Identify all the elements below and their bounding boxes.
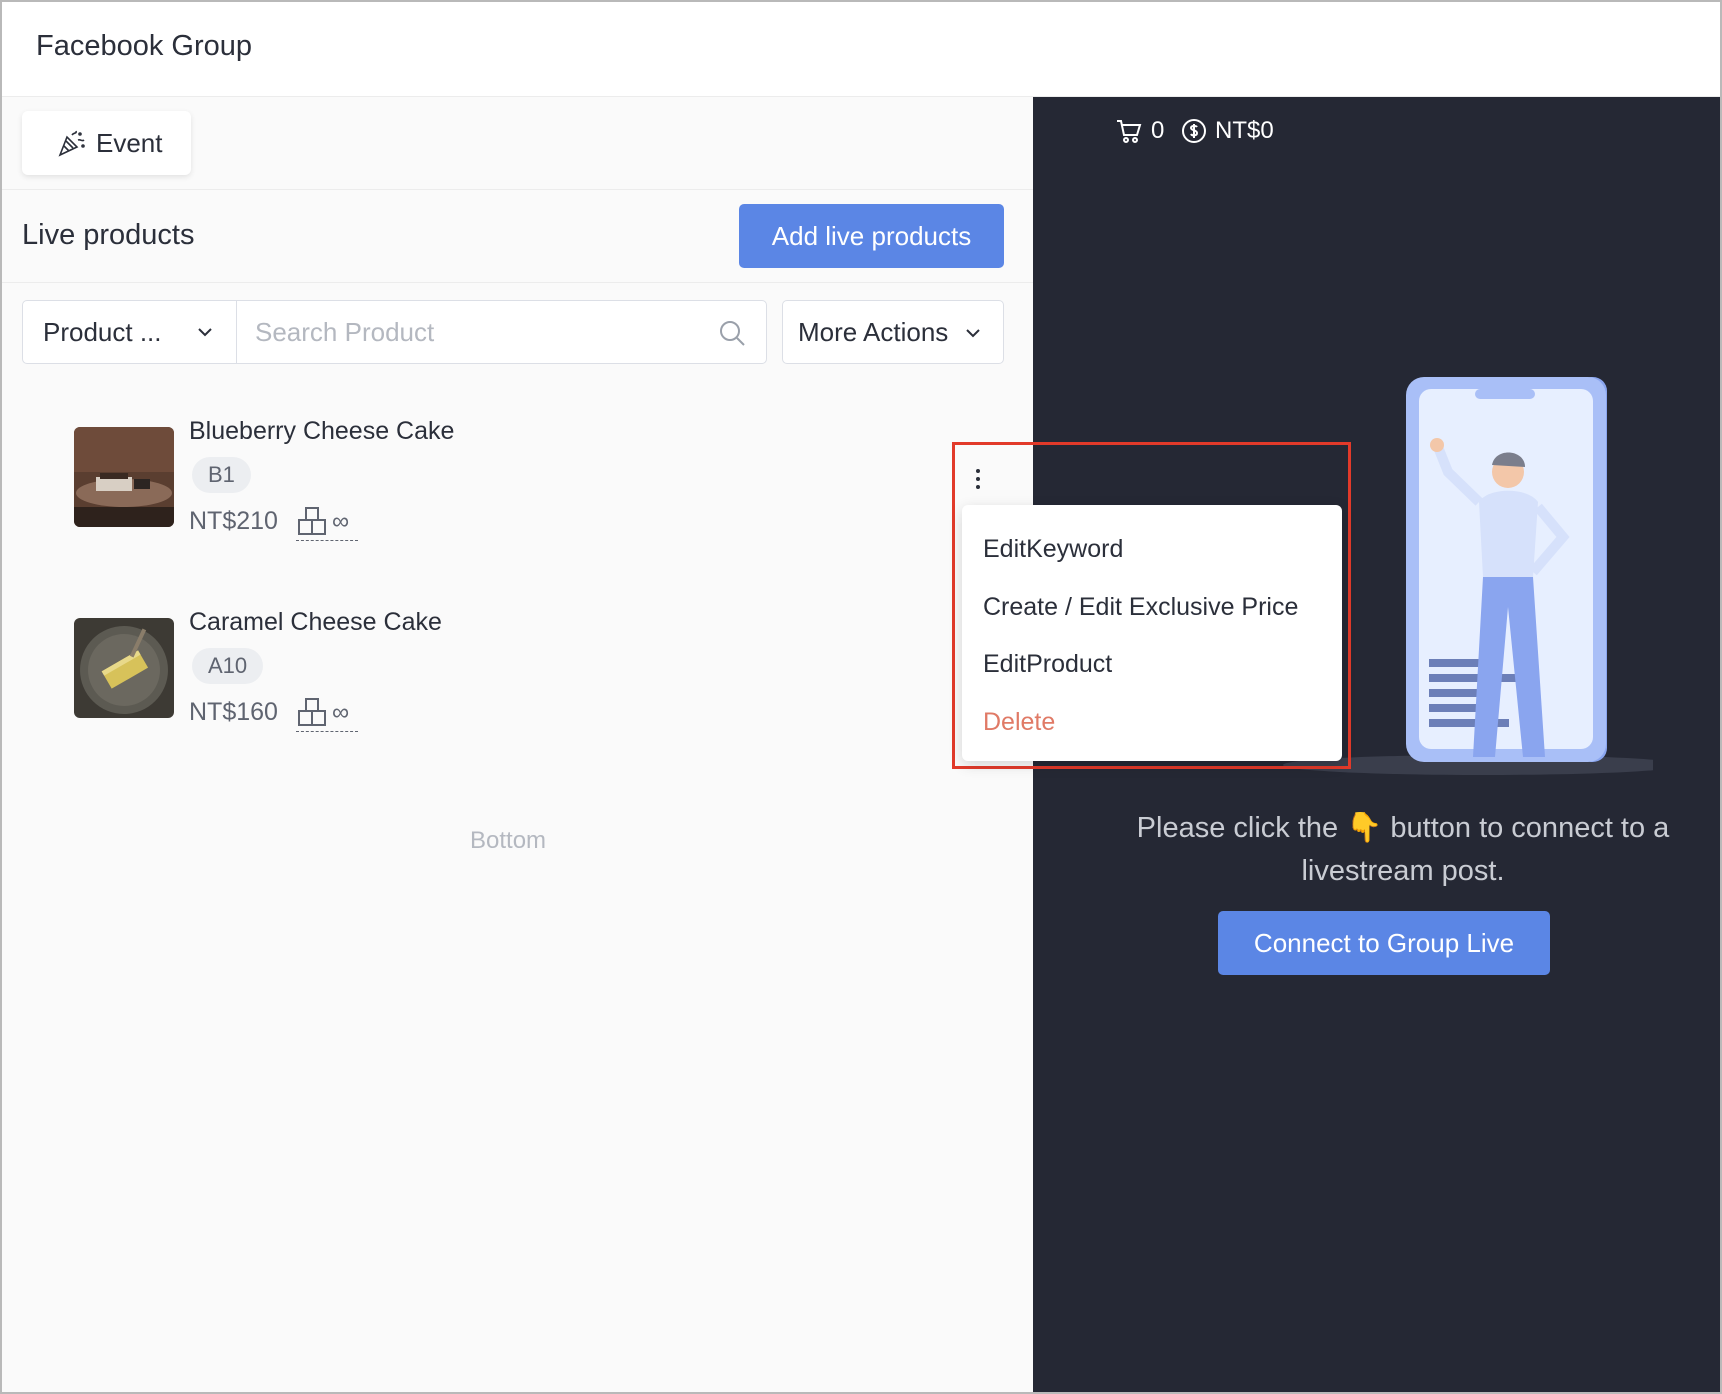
stock-value: ∞ bbox=[332, 698, 350, 726]
divider bbox=[2, 189, 1033, 190]
connect-hint: Please click the 👇 button to connect to … bbox=[1136, 812, 1670, 887]
app-frame: Facebook Group Event Live products Add l… bbox=[0, 0, 1722, 1394]
more-actions-label: More Actions bbox=[798, 316, 949, 347]
search-box bbox=[236, 300, 767, 364]
list-end-text: Bottom bbox=[470, 827, 547, 854]
add-live-products-button[interactable]: Add live products bbox=[739, 204, 1004, 268]
stock-value: ∞ bbox=[332, 507, 350, 535]
product-thumbnail bbox=[74, 427, 174, 527]
product-stock[interactable]: ∞ bbox=[296, 694, 358, 732]
event-label: Event bbox=[96, 127, 163, 158]
section-title: Live products bbox=[22, 219, 195, 251]
left-panel: Event Live products Add live products Pr… bbox=[2, 97, 1033, 1392]
chevron-down-icon bbox=[198, 328, 212, 337]
party-popper-icon bbox=[58, 130, 85, 157]
more-actions-button[interactable]: More Actions bbox=[782, 300, 1004, 364]
page-title: Facebook Group bbox=[36, 30, 253, 62]
product-code-badge: B1 bbox=[192, 457, 251, 493]
product-name: Blueberry Cheese Cake bbox=[189, 417, 455, 445]
menu-item-edit-product[interactable]: EditProduct bbox=[983, 650, 1112, 679]
product-name: Caramel Cheese Cake bbox=[189, 608, 442, 636]
product-context-menu: EditKeyword Create / Edit Exclusive Pric… bbox=[962, 505, 1342, 761]
product-price: NT$160 bbox=[189, 698, 278, 726]
total-amount: NT$0 bbox=[1215, 117, 1274, 144]
chevron-down-icon bbox=[966, 329, 980, 338]
product-row[interactable]: Caramel Cheese Cake A10 NT$160 ∞ bbox=[74, 608, 774, 738]
connect-group-live-button[interactable]: Connect to Group Live bbox=[1218, 911, 1550, 975]
event-button[interactable]: Event bbox=[22, 111, 191, 175]
kebab-menu-icon[interactable] bbox=[966, 464, 990, 494]
search-icon[interactable] bbox=[718, 319, 746, 347]
cart-count: 0 bbox=[1151, 117, 1165, 144]
product-price: NT$210 bbox=[189, 507, 278, 535]
amount-stat: NT$0 bbox=[1181, 117, 1274, 145]
stock-boxes-icon bbox=[298, 697, 326, 726]
dollar-circle-icon bbox=[1182, 119, 1206, 143]
filter-select-value: Product ... bbox=[43, 316, 162, 347]
menu-item-exclusive-price[interactable]: Create / Edit Exclusive Price bbox=[983, 593, 1298, 622]
stock-boxes-icon bbox=[298, 506, 326, 535]
divider bbox=[2, 282, 1033, 283]
product-filter-select[interactable]: Product ... bbox=[22, 300, 237, 364]
menu-item-edit-keyword[interactable]: EditKeyword bbox=[983, 535, 1123, 564]
product-code-badge: A10 bbox=[192, 648, 264, 684]
product-stock[interactable]: ∞ bbox=[296, 503, 358, 541]
cart-icon bbox=[1117, 120, 1142, 143]
header: Facebook Group bbox=[2, 2, 1720, 97]
product-row[interactable]: Blueberry Cheese Cake B1 NT$210 ∞ bbox=[74, 417, 774, 547]
cart-stat: 0 bbox=[1115, 117, 1164, 145]
menu-item-delete[interactable]: Delete bbox=[983, 708, 1055, 737]
search-input[interactable] bbox=[255, 311, 695, 353]
product-thumbnail bbox=[74, 618, 174, 718]
